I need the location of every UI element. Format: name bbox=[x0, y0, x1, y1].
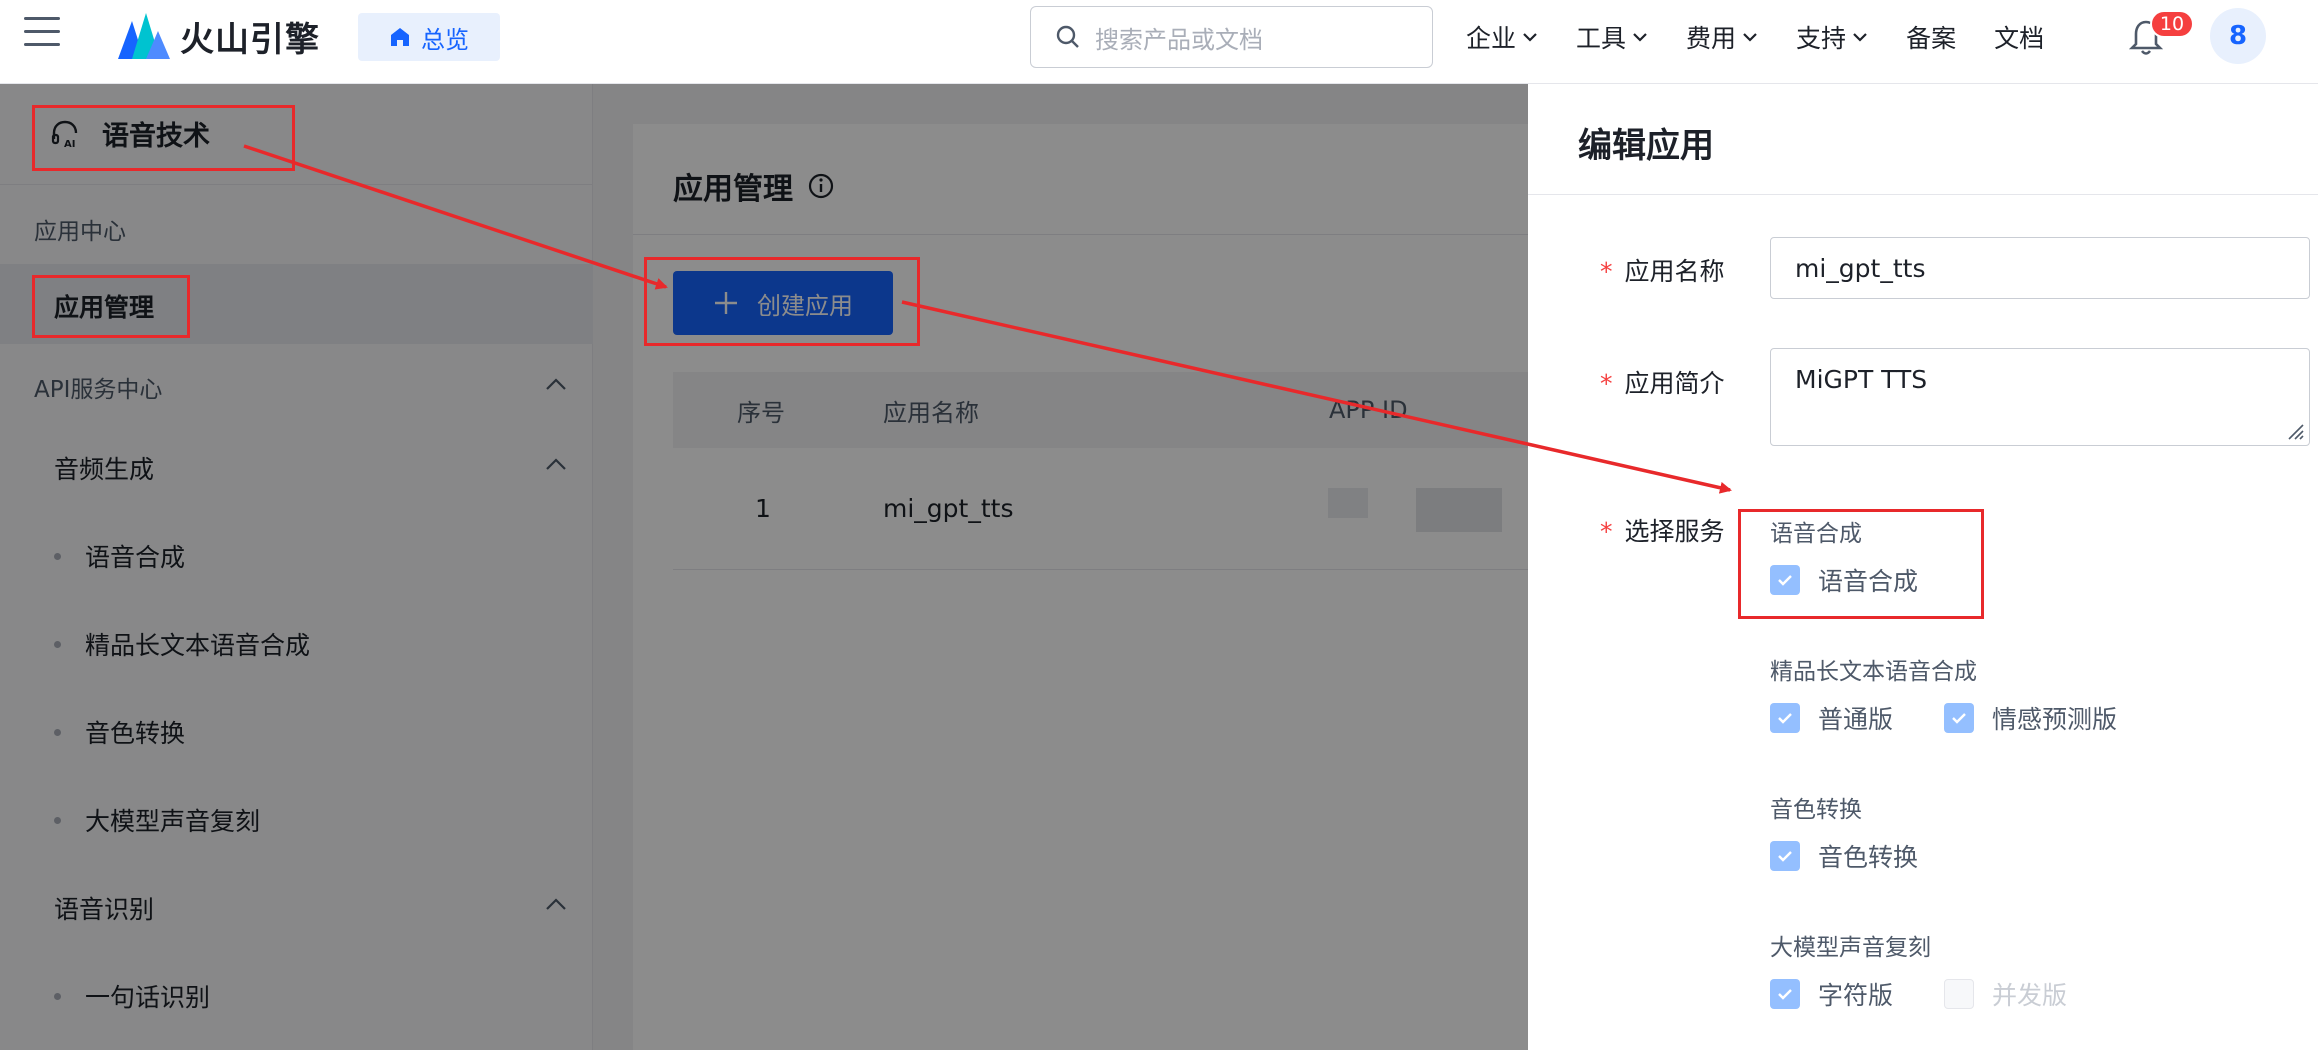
nav-label: 备案 bbox=[1906, 24, 1957, 53]
app-desc-value: MiGPT TTS bbox=[1795, 365, 1928, 394]
notification-badge: 10 bbox=[2150, 10, 2194, 38]
checkbox-standard[interactable]: 普通版 bbox=[1770, 700, 1893, 736]
checkbox-checked-icon bbox=[1770, 841, 1800, 871]
checkbox-checked-icon bbox=[1770, 979, 1800, 1009]
service-group-long-text: 精品长文本语音合成 bbox=[1770, 659, 1977, 685]
search-input[interactable]: 搜索产品或文档 bbox=[1030, 6, 1433, 68]
nav-filing[interactable]: 备案 bbox=[1906, 19, 1956, 55]
nav-label: 费用 bbox=[1686, 24, 1737, 53]
chevron-down-icon bbox=[1523, 33, 1537, 42]
resize-handle-icon[interactable] bbox=[2285, 421, 2305, 441]
checkbox-checked-icon bbox=[1770, 565, 1800, 595]
overview-button[interactable]: 总览 bbox=[358, 13, 500, 61]
menu-icon[interactable] bbox=[24, 17, 60, 49]
app-desc-label: * 应用简介 bbox=[1600, 369, 1725, 398]
nav-enterprise[interactable]: 企业 bbox=[1466, 19, 1538, 55]
checkbox-label: 音色转换 bbox=[1818, 843, 1919, 872]
nav-label: 支持 bbox=[1796, 24, 1847, 53]
top-nav: 企业 工具 费用 支持 备案 文档 bbox=[1466, 0, 2044, 74]
checkbox-label: 并发版 bbox=[1992, 981, 2068, 1010]
checkbox-tts[interactable]: 语音合成 bbox=[1770, 562, 1918, 598]
app-name-label: * 应用名称 bbox=[1600, 257, 1725, 286]
checkbox-emotion[interactable]: 情感预测版 bbox=[1944, 700, 2117, 736]
service-group-voice-clone: 大模型声音复刻 bbox=[1770, 935, 1931, 961]
chevron-down-icon bbox=[1633, 33, 1647, 42]
checkbox-checked-icon bbox=[1944, 703, 1974, 733]
nav-billing[interactable]: 费用 bbox=[1686, 19, 1758, 55]
service-group-tts: 语音合成 bbox=[1770, 521, 1862, 547]
nav-label: 企业 bbox=[1466, 24, 1517, 53]
service-label: * 选择服务 bbox=[1600, 517, 1725, 546]
app-desc-label-text: 应用简介 bbox=[1624, 369, 1725, 398]
nav-docs[interactable]: 文档 bbox=[1994, 19, 2044, 55]
logo-name: 火山引擎 bbox=[180, 19, 320, 60]
checkbox-voice-conversion[interactable]: 音色转换 bbox=[1770, 838, 1918, 874]
app-name-label-text: 应用名称 bbox=[1624, 257, 1725, 286]
drawer-title: 编辑应用 bbox=[1578, 126, 1714, 166]
drawer-divider bbox=[1528, 194, 2318, 195]
chevron-down-icon bbox=[1743, 33, 1757, 42]
service-group-voice-conversion: 音色转换 bbox=[1770, 797, 1862, 823]
checkbox-checked-icon bbox=[1770, 703, 1800, 733]
logo[interactable]: 火山引擎 bbox=[118, 12, 320, 60]
checkbox-label: 普通版 bbox=[1818, 705, 1894, 734]
checkbox-concurrent[interactable]: 并发版 bbox=[1944, 976, 2067, 1012]
volcano-logo-icon bbox=[118, 13, 170, 59]
nav-label: 工具 bbox=[1576, 24, 1627, 53]
checkbox-character[interactable]: 字符版 bbox=[1770, 976, 1893, 1012]
service-label-text: 选择服务 bbox=[1624, 517, 1725, 546]
app-desc-textarea[interactable]: MiGPT TTS bbox=[1770, 348, 2310, 446]
app-name-input[interactable]: mi_gpt_tts bbox=[1770, 237, 2310, 299]
checkbox-label: 情感预测版 bbox=[1992, 705, 2118, 734]
avatar[interactable]: 8 bbox=[2210, 8, 2266, 64]
checkbox-label: 字符版 bbox=[1818, 981, 1894, 1010]
chevron-down-icon bbox=[1853, 33, 1867, 42]
search-icon bbox=[1056, 25, 1079, 48]
edit-app-drawer: 编辑应用 * 应用名称 mi_gpt_tts * 应用简介 MiGPT TTS * 选… bbox=[1528, 84, 2318, 1050]
overview-label: 总览 bbox=[421, 25, 469, 54]
app-name-value: mi_gpt_tts bbox=[1795, 253, 1926, 283]
home-icon bbox=[391, 28, 409, 46]
nav-label: 文档 bbox=[1994, 24, 2045, 53]
search-placeholder: 搜索产品或文档 bbox=[1095, 25, 1263, 54]
checkbox-label: 语音合成 bbox=[1818, 567, 1919, 596]
modal-overlay[interactable] bbox=[0, 84, 1528, 1050]
nav-support[interactable]: 支持 bbox=[1796, 19, 1868, 55]
top-navigation-bar: 火山引擎 总览 搜索产品或文档 企业 工具 费用 支持 备案 文档 10 8 bbox=[0, 0, 2318, 84]
checkbox-unchecked-icon bbox=[1944, 979, 1974, 1009]
nav-tools[interactable]: 工具 bbox=[1576, 19, 1648, 55]
